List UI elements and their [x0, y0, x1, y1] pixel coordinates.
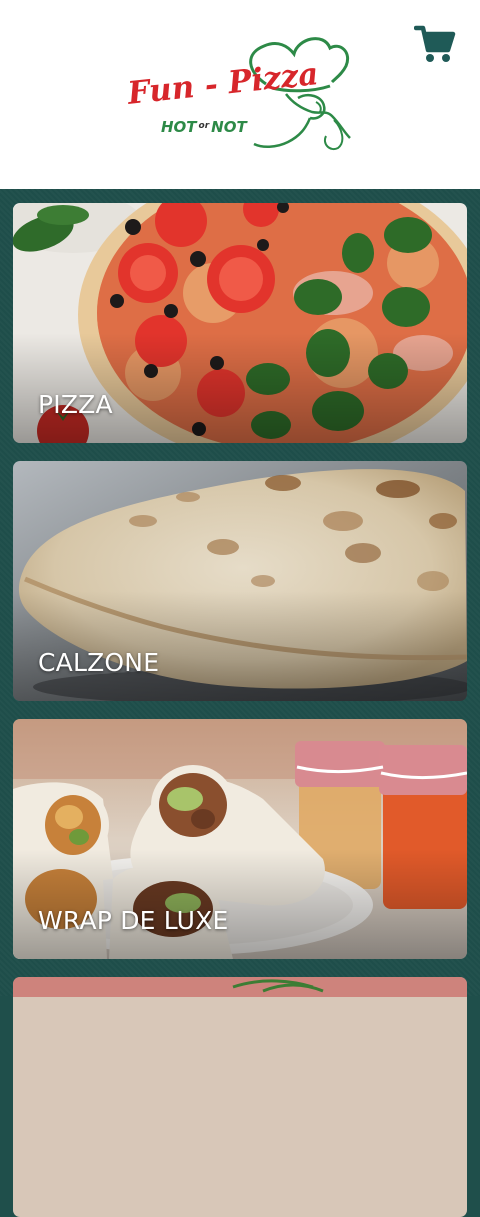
category-card-calzone[interactable]: CALZONE [13, 461, 467, 701]
category-label: CALZONE [38, 648, 160, 677]
category-label: WRAP DE LUXE [38, 906, 229, 935]
fun-pizza-logo[interactable]: Fun - Pizza HOT or NOT [126, 32, 356, 152]
logo-tagline: HOT or NOT [161, 118, 247, 136]
logo-tagline-or: or [198, 121, 210, 131]
category-label: PIZZA [38, 390, 113, 419]
card-shade [13, 591, 467, 701]
shopping-cart-icon[interactable] [414, 24, 456, 64]
app-header: Fun - Pizza HOT or NOT [0, 0, 480, 189]
category-card-4[interactable] [13, 977, 467, 1217]
logo-tagline-hot: HOT [161, 118, 197, 136]
card-shade [13, 849, 467, 959]
category-photo [13, 977, 467, 1217]
category-card-wrap-de-luxe[interactable]: WRAP DE LUXE [13, 719, 467, 959]
card-shade [13, 333, 467, 443]
logo-tagline-not: NOT [211, 118, 247, 136]
category-card-pizza[interactable]: PIZZA [13, 203, 467, 443]
category-list: PIZZA CALZONE WRAP DE LUXE [0, 189, 480, 1217]
